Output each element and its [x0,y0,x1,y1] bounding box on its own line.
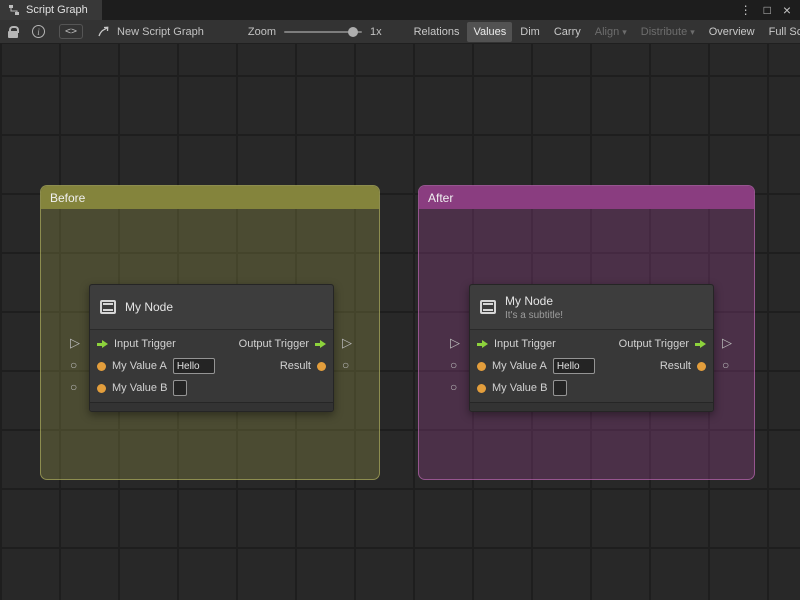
port-row-value-a: My Value A Result [470,355,713,377]
input-trigger-port[interactable]: Input Trigger [97,338,176,350]
port-label: My Value A [112,360,167,372]
tab-title: Script Graph [26,4,88,16]
info-icon[interactable] [32,25,45,38]
window-tab-bar: Script Graph ⋮ □ × [0,0,800,20]
graph-canvas[interactable]: Before ▷ ○ ○ ▷ ○ My Node Input Trigger O… [0,44,800,600]
group-before-header[interactable]: Before [41,186,379,209]
group-title: Before [50,190,86,205]
zoom-slider[interactable] [283,26,362,37]
graph-name-label[interactable]: New Script Graph [117,26,204,38]
port-label: My Value B [492,382,548,394]
port-label: Output Trigger [618,338,689,350]
align-dropdown: Align ▾ [594,25,627,38]
value-b-port[interactable]: My Value B [97,380,188,396]
zoom-slider-knob[interactable] [347,26,358,37]
node-title: My Node [505,293,554,308]
input-trigger-port[interactable]: Input Trigger [477,338,556,350]
result-port[interactable]: Result [280,360,326,372]
output-trigger-port[interactable]: Output Trigger [619,338,706,350]
relations-button[interactable]: Relations [408,22,466,42]
port-label: My Value A [492,360,547,372]
node-title: My Node [125,300,174,314]
ext-output-trigger-port-icon[interactable]: ▷ [722,336,732,349]
flow-arrow-icon[interactable] [315,340,326,348]
fullscreen-button[interactable]: Full Screen [763,22,800,42]
code-view-button[interactable]: <> [59,24,84,39]
node-header[interactable]: My Node It's a subtitle! [470,285,713,330]
flow-arrow-icon[interactable] [477,340,488,348]
ext-input-trigger-port-icon[interactable]: ▷ [70,336,80,349]
flow-arrow-icon[interactable] [695,340,706,348]
group-before: Before ▷ ○ ○ ▷ ○ My Node Input Trigger O… [40,185,380,480]
tab-bar-spacer [102,0,740,20]
port-label: My Value B [112,382,168,394]
value-b-input[interactable] [553,380,568,396]
value-a-port[interactable]: My Value A [477,358,595,374]
value-b-input[interactable] [173,380,188,396]
group-title: After [428,190,454,205]
maximize-icon[interactable]: □ [764,4,771,16]
script-graph-icon [97,25,110,38]
lock-icon[interactable] [8,25,19,38]
node-my-node[interactable]: My Node It's a subtitle! Input Trigger O… [469,284,714,412]
ext-result-port-icon[interactable]: ○ [722,359,729,371]
node-icon [480,300,496,314]
port-row-triggers: Input Trigger Output Trigger [90,333,333,355]
value-port-icon[interactable] [97,383,106,393]
flow-arrow-icon[interactable] [97,340,108,348]
ext-output-trigger-port-icon[interactable]: ▷ [342,336,352,349]
value-port-icon[interactable] [477,361,486,371]
chevron-down-icon: ▾ [622,26,627,37]
port-row-value-b: My Value B [90,377,333,399]
node-subtitle: It's a subtitle! [505,309,564,321]
distribute-dropdown: Distribute ▾ [640,25,695,38]
node-header[interactable]: My Node [90,285,333,330]
value-a-input[interactable] [552,358,595,374]
ext-input-trigger-port-icon[interactable]: ▷ [450,336,460,349]
node-my-node[interactable]: My Node Input Trigger Output Trigger My … [89,284,334,412]
port-label: Result [279,360,311,372]
ext-result-port-icon[interactable]: ○ [342,359,349,371]
tab-script-graph[interactable]: Script Graph [0,0,102,20]
node-icon [100,300,116,314]
chevron-down-icon: ▾ [690,26,695,37]
port-label: Output Trigger [238,338,309,350]
value-b-port[interactable]: My Value B [477,380,568,396]
result-port[interactable]: Result [660,360,706,372]
value-port-icon[interactable] [477,383,486,393]
dim-button[interactable]: Dim [514,22,546,42]
port-row-triggers: Input Trigger Output Trigger [470,333,713,355]
value-port-icon[interactable] [317,361,326,371]
ext-value-a-port-icon[interactable]: ○ [70,359,77,371]
value-port-icon[interactable] [697,361,706,371]
carry-button[interactable]: Carry [548,22,587,42]
zoom-label: Zoom [247,25,276,38]
kebab-menu-icon[interactable]: ⋮ [740,4,752,16]
ext-value-b-port-icon[interactable]: ○ [450,381,457,393]
value-a-port[interactable]: My Value A [97,358,215,374]
zoom-value: 1x [369,25,382,38]
ext-value-b-port-icon[interactable]: ○ [70,381,77,393]
group-after: After ▷ ○ ○ ▷ ○ My Node It's a subtitle!… [418,185,755,480]
node-footer [470,402,713,411]
output-trigger-port[interactable]: Output Trigger [239,338,326,350]
value-a-input[interactable] [172,358,215,374]
port-row-value-b: My Value B [470,377,713,399]
port-label: Input Trigger [114,338,176,350]
graph-toolbar: <> New Script Graph Zoom 1x Relations Va… [0,20,800,44]
group-after-header[interactable]: After [419,186,754,209]
node-footer [90,402,333,411]
ext-value-a-port-icon[interactable]: ○ [450,359,457,371]
overview-button[interactable]: Overview [703,22,761,42]
port-label: Result [659,360,691,372]
port-label: Input Trigger [494,338,556,350]
value-port-icon[interactable] [97,361,106,371]
port-row-value-a: My Value A Result [90,355,333,377]
script-graph-tab-icon [8,4,20,16]
close-icon[interactable]: × [783,3,791,17]
values-button[interactable]: Values [467,21,513,42]
